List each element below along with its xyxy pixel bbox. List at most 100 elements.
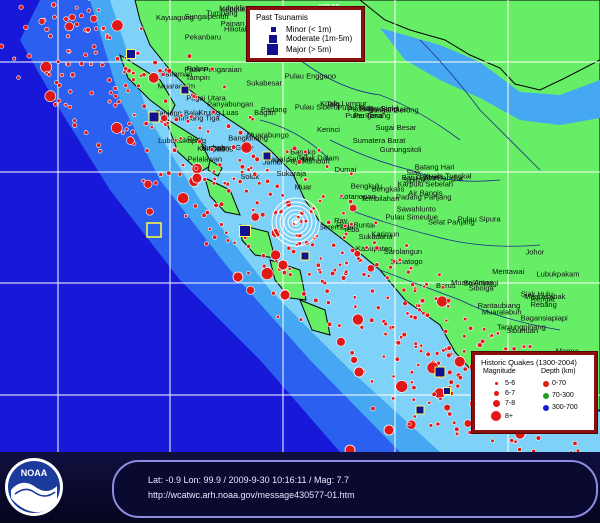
event-info-panel: Lat: -0.9 Lon: 99.9 / 2009-9-30 10:16:11… bbox=[112, 460, 598, 518]
quake-dot bbox=[395, 380, 409, 393]
quake-dot bbox=[275, 314, 280, 319]
quake-dot bbox=[517, 447, 522, 452]
place-label: Sukaraja bbox=[277, 169, 307, 178]
quake-dot bbox=[267, 191, 273, 197]
quake-dot bbox=[139, 26, 144, 31]
quake-dot bbox=[495, 331, 500, 336]
quake-dot bbox=[145, 207, 154, 216]
large-quake-dot bbox=[232, 271, 244, 283]
quake-dot bbox=[418, 349, 424, 354]
quake-dot bbox=[237, 179, 243, 184]
quake-dot bbox=[401, 332, 407, 338]
quake-dot bbox=[123, 66, 129, 72]
tsunami-square bbox=[300, 251, 310, 261]
quake-dot bbox=[148, 72, 160, 84]
quake-dot bbox=[385, 275, 390, 280]
quake-dot bbox=[318, 256, 323, 261]
place-label: Labuh bbox=[205, 143, 226, 152]
quake-dot bbox=[124, 127, 129, 132]
legend-label: Minor (< 1m) bbox=[286, 25, 332, 34]
quake-dot bbox=[448, 379, 454, 385]
quake-dot bbox=[63, 16, 69, 22]
quake-dot bbox=[431, 391, 437, 397]
quake-dot bbox=[66, 48, 71, 54]
quake-dot bbox=[447, 411, 453, 417]
quake-dot bbox=[93, 50, 98, 55]
quake-dot bbox=[212, 176, 217, 181]
place-label: Sumatera Barat bbox=[353, 136, 406, 145]
quake-dot bbox=[257, 181, 262, 186]
tsunami-square bbox=[148, 111, 160, 123]
quake-dot bbox=[454, 426, 460, 432]
place-label: Gunungsitoli bbox=[380, 145, 422, 154]
magnitude-item: 6-7 bbox=[491, 390, 515, 397]
quake-dot bbox=[349, 171, 354, 176]
quake-dot bbox=[132, 113, 137, 118]
quake-dot bbox=[372, 240, 377, 245]
quake-dot bbox=[83, 52, 88, 58]
quake-dot bbox=[67, 104, 73, 110]
quake-dot bbox=[313, 297, 319, 304]
quake-dot bbox=[316, 148, 322, 153]
quake-dot bbox=[336, 337, 346, 347]
quake-dot bbox=[246, 271, 251, 276]
quake-dot bbox=[52, 14, 57, 20]
place-label: Batang Hari bbox=[415, 162, 455, 171]
quake-dot bbox=[68, 89, 73, 94]
quake-dot bbox=[369, 379, 374, 384]
quake-dot bbox=[412, 288, 418, 293]
quake-dot bbox=[310, 242, 315, 248]
quake-dot bbox=[248, 115, 253, 120]
magnitude-label: 8+ bbox=[505, 412, 513, 420]
quake-dot bbox=[340, 250, 345, 255]
quake-dot bbox=[141, 178, 146, 183]
quake-dot bbox=[407, 421, 412, 427]
quake-dot bbox=[44, 26, 50, 32]
quake-dot bbox=[225, 238, 230, 243]
quake-dot bbox=[318, 270, 323, 275]
event-message-link[interactable]: http://wcatwc.arh.noaa.gov/message430577… bbox=[148, 490, 355, 500]
quake-dot bbox=[349, 350, 355, 356]
place-label: Bengkalis bbox=[372, 184, 405, 193]
quake-dot bbox=[301, 291, 307, 297]
quake-dot bbox=[50, 2, 57, 8]
quake-dot bbox=[320, 279, 325, 284]
quake-dot bbox=[511, 346, 517, 352]
quake-dot bbox=[68, 13, 76, 21]
quake-dot bbox=[344, 231, 349, 237]
quake-dot bbox=[89, 14, 98, 23]
quake-dot bbox=[260, 253, 266, 259]
quake-dot bbox=[463, 419, 473, 428]
quake-dot bbox=[166, 170, 172, 176]
quake-dot bbox=[527, 344, 533, 349]
place-label: Sukabesar bbox=[246, 78, 282, 87]
quake-dot bbox=[303, 177, 308, 182]
place-label: Rantaubiang bbox=[478, 301, 521, 310]
quake-dot bbox=[424, 282, 429, 287]
quake-dot bbox=[126, 136, 135, 145]
quake-dot bbox=[191, 94, 197, 99]
large-quake-dot bbox=[277, 259, 289, 271]
quake-dot bbox=[454, 431, 460, 437]
quake-dot bbox=[193, 165, 199, 171]
large-quake-dot bbox=[344, 444, 356, 452]
quake-dot bbox=[66, 34, 71, 39]
quake-dot bbox=[348, 199, 353, 204]
quake-dot bbox=[26, 53, 32, 59]
depth-header: Depth (km) bbox=[541, 368, 576, 375]
quake-dot bbox=[337, 262, 342, 267]
place-label: Muar bbox=[295, 182, 313, 191]
quake-dot bbox=[318, 199, 323, 204]
quake-dot bbox=[390, 325, 395, 330]
quake-dot bbox=[165, 121, 170, 126]
quake-dot bbox=[202, 177, 208, 182]
quake-dot bbox=[339, 193, 344, 198]
quake-dot bbox=[55, 59, 61, 64]
quake-dot bbox=[46, 72, 52, 77]
magnitude-item: 8+ bbox=[491, 411, 513, 421]
quake-dot bbox=[572, 440, 578, 446]
small-square-icon bbox=[271, 27, 276, 32]
quake-dot bbox=[374, 262, 380, 268]
quake-dot bbox=[66, 61, 71, 67]
quake-dot bbox=[96, 8, 101, 13]
